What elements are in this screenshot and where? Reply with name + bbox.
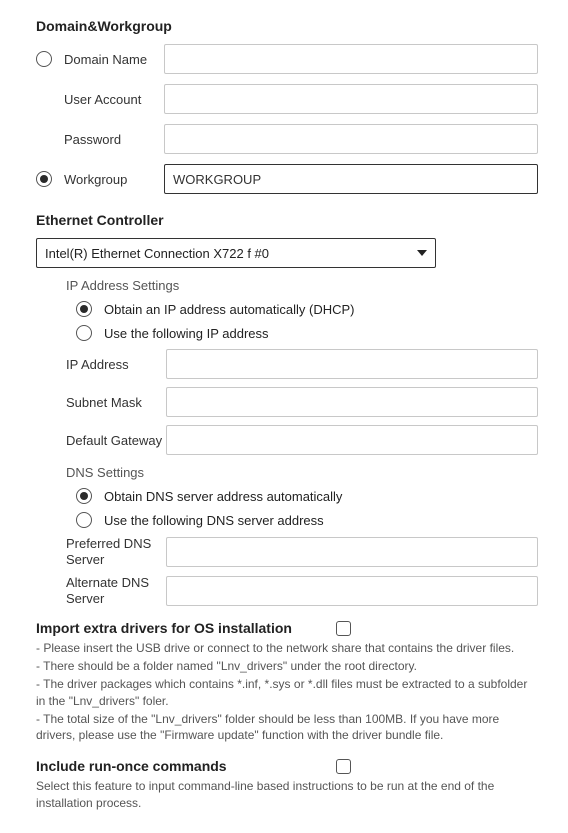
alternate-dns-label: Alternate DNS Server <box>66 575 166 606</box>
run-once-checkbox[interactable] <box>336 759 351 774</box>
default-gateway-label: Default Gateway <box>66 433 166 448</box>
ip-dhcp-label: Obtain an IP address automatically (DHCP… <box>104 302 354 317</box>
import-drivers-checkbox[interactable] <box>336 621 351 636</box>
preferred-dns-label: Preferred DNS Server <box>66 536 166 567</box>
import-drivers-notes: - Please insert the USB drive or connect… <box>36 640 538 744</box>
ip-address-settings-heading: IP Address Settings <box>66 278 538 293</box>
password-input[interactable] <box>164 124 538 154</box>
user-account-input[interactable] <box>164 84 538 114</box>
run-once-note: Select this feature to input command-lin… <box>36 778 538 812</box>
password-label: Password <box>64 132 164 147</box>
ethernet-controller-title: Ethernet Controller <box>36 212 538 228</box>
domain-workgroup-title: Domain&Workgroup <box>36 18 538 34</box>
ip-dhcp-radio[interactable] <box>76 301 92 317</box>
domain-name-input[interactable] <box>164 44 538 74</box>
chevron-down-icon <box>417 250 427 256</box>
ip-manual-label: Use the following IP address <box>104 326 269 341</box>
ethernet-controller-selected: Intel(R) Ethernet Connection X722 f #0 <box>45 246 269 261</box>
subnet-mask-label: Subnet Mask <box>66 395 166 410</box>
import-drivers-title: Import extra drivers for OS installation <box>36 620 292 636</box>
ethernet-controller-select[interactable]: Intel(R) Ethernet Connection X722 f #0 <box>36 238 436 268</box>
subnet-mask-input[interactable] <box>166 387 538 417</box>
dns-settings-heading: DNS Settings <box>66 465 538 480</box>
default-gateway-input[interactable] <box>166 425 538 455</box>
alternate-dns-input[interactable] <box>166 576 538 606</box>
workgroup-input[interactable] <box>164 164 538 194</box>
run-once-title: Include run-once commands <box>36 758 227 774</box>
ip-manual-radio[interactable] <box>76 325 92 341</box>
workgroup-label: Workgroup <box>64 172 164 187</box>
domain-name-radio[interactable] <box>36 51 52 67</box>
user-account-label: User Account <box>64 92 164 107</box>
dns-auto-label: Obtain DNS server address automatically <box>104 489 342 504</box>
ip-address-label: IP Address <box>66 357 166 372</box>
preferred-dns-input[interactable] <box>166 537 538 567</box>
domain-name-label: Domain Name <box>64 52 164 67</box>
dns-auto-radio[interactable] <box>76 488 92 504</box>
ip-address-input[interactable] <box>166 349 538 379</box>
dns-manual-label: Use the following DNS server address <box>104 513 324 528</box>
dns-manual-radio[interactable] <box>76 512 92 528</box>
workgroup-radio[interactable] <box>36 171 52 187</box>
